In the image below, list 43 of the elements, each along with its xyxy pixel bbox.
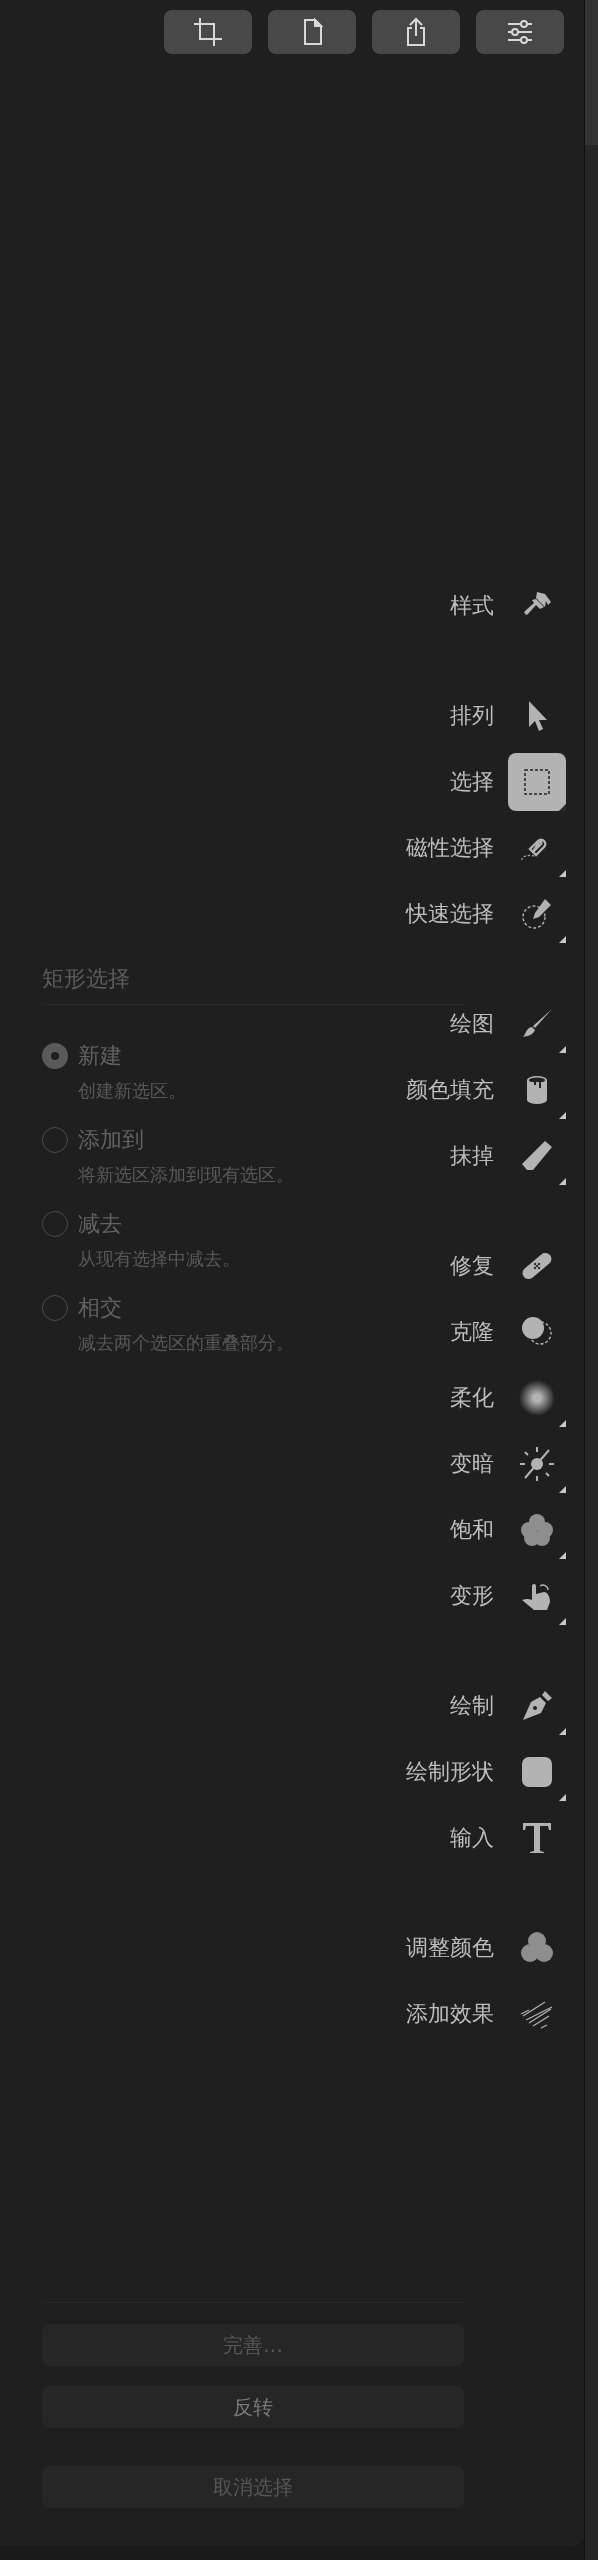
option-label: 添加到	[78, 1126, 145, 1154]
tool-label: 选择	[450, 768, 494, 796]
tool-label: 绘图	[450, 1010, 494, 1038]
panel-button[interactable]: 反转	[42, 2386, 464, 2428]
tool-label: 绘制	[450, 1692, 494, 1720]
option-description: 创建新选区。	[78, 1079, 186, 1103]
tool-label: 调整颜色	[406, 1934, 494, 1962]
rounded-square-icon	[519, 1754, 555, 1790]
option-description: 减去两个选区的重叠部分。	[78, 1331, 294, 1355]
tool-button[interactable]	[508, 753, 566, 811]
tool-label: 抹掉	[450, 1142, 494, 1170]
crossed-sun-icon	[519, 1446, 555, 1482]
tool-label: 输入	[450, 1824, 494, 1852]
tool-label: 修复	[450, 1252, 494, 1280]
sliders-icon	[505, 17, 535, 47]
radio-button[interactable]	[42, 1043, 68, 1069]
scroll-thumb[interactable]	[585, 0, 598, 145]
toolbar-button[interactable]	[372, 10, 460, 54]
tool-label: 颜色填充	[406, 1076, 494, 1104]
option-label: 减去	[78, 1210, 123, 1238]
tool-label: 饱和	[450, 1516, 494, 1544]
scrollbar[interactable]	[584, 0, 598, 2560]
tool-label: 克隆	[450, 1318, 494, 1346]
circle-cluster-icon	[519, 1512, 555, 1548]
tool-label: 样式	[450, 592, 494, 620]
tool-label: 排列	[450, 702, 494, 730]
tool-label: 柔化	[450, 1384, 494, 1412]
toolbar-button[interactable]	[164, 10, 252, 54]
tool-label: 绘制形状	[406, 1758, 494, 1786]
tool-label: 变暗	[450, 1450, 494, 1478]
option-description: 将新选区添加到现有选区。	[78, 1163, 294, 1187]
option-description: 从现有选择中减去。	[78, 1247, 240, 1271]
option-label: 新建	[78, 1042, 123, 1070]
tool-label: 快速选择	[406, 900, 494, 928]
tool-label: 添加效果	[406, 2000, 494, 2028]
panel-title: 矩形选择	[42, 964, 464, 1005]
blurred-circle-icon	[519, 1380, 555, 1416]
tool-label: 变形	[450, 1582, 494, 1610]
toolbar-button[interactable]	[476, 10, 564, 54]
tool-label: 磁性选择	[406, 834, 494, 862]
crop-icon	[193, 17, 223, 47]
toolbar-button[interactable]	[268, 10, 356, 54]
option-label: 相交	[78, 1294, 123, 1322]
